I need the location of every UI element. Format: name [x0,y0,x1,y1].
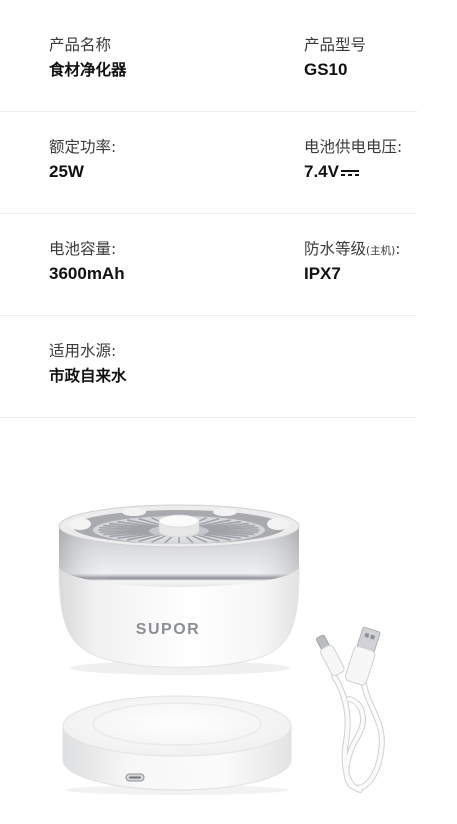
spec-label: 产品型号 [304,36,367,54]
main-unit-rim-tab [69,518,91,530]
spec-label-colon: : [395,240,401,258]
spec-label-note: (主机) [366,245,396,257]
usb-c-connector-icon [316,634,345,677]
spec-value: 7.4V [304,162,359,182]
spec-value: GS10 [304,60,348,79]
spec-value: 3600mAh [49,264,125,283]
spec-value: 25W [49,162,84,181]
spec-label: 适用水源: [49,342,117,360]
spec-row: 适用水源: 市政自来水 [0,316,417,418]
spec-label-text: 防水等级 [304,240,367,258]
cable-wire [332,674,362,792]
charging-base-icon [62,695,292,795]
supor-logo: SUPOR [136,621,200,638]
product-image: SUPOR [58,504,385,795]
spec-label: 防水等级(主机): [304,239,400,261]
spec-value: IPX7 [304,264,341,283]
spec-value: 食材净化器 [49,61,127,79]
spec-row: 额定功率: 25W 电池供电电压: 7.4V [0,112,417,214]
charging-base-top [62,695,292,757]
spec-label: 额定功率: [49,138,117,156]
usb-c-connector-body [320,644,345,677]
food-purifier-main-unit-icon: SUPOR [58,504,300,675]
spec-label: 产品名称 [49,36,112,54]
usb-c-port-slot [129,776,141,779]
spec-row: 电池容量: 3600mAh 防水等级(主机): IPX7 [0,214,417,316]
spec-row: 产品名称 食材净化器 产品型号 GS10 [0,10,417,112]
main-unit-rim-tab [122,508,146,516]
spec-value: 市政自来水 [49,367,127,385]
spec-label: 电池供电电压: [304,138,403,156]
spec-value-text: 7.4V [304,162,339,181]
dc-symbol-icon [340,169,359,177]
main-unit-knob-top [158,514,200,528]
main-unit-rim-tab [267,518,289,530]
cable-wire [344,682,384,790]
main-unit-rim-tab [213,508,237,516]
usb-cable-icon [316,626,385,793]
spec-table: 产品名称 食材净化器 产品型号 GS10 额定功率: 25W 电池供电电压: 7… [0,10,417,418]
usb-a-connector-icon [344,626,381,686]
spec-label: 电池容量: [49,240,117,258]
usb-a-connector-body [344,645,376,686]
